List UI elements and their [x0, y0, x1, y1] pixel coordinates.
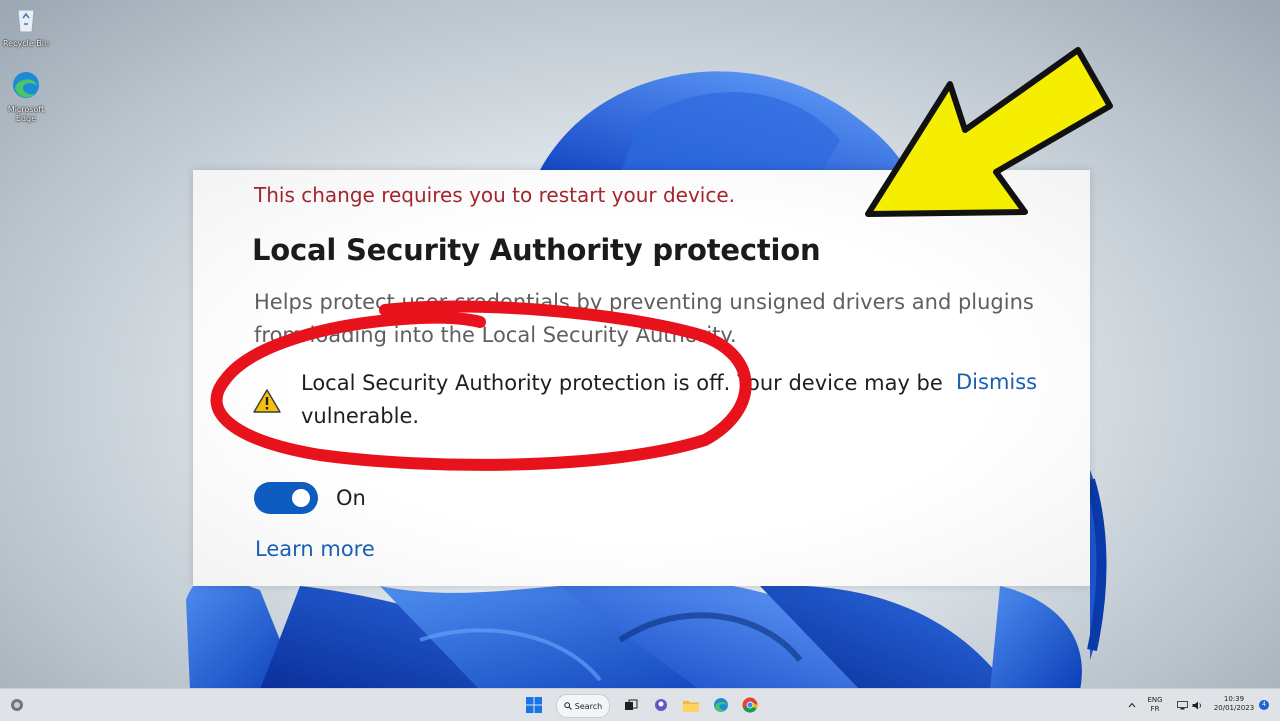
lsa-warning-text: Local Security Authority protection is o…	[301, 371, 943, 428]
desktop-icon-label: Microsoft Edge	[7, 105, 45, 123]
edge-icon	[714, 698, 728, 712]
tray-overflow-button[interactable]	[1126, 694, 1138, 716]
lsa-title: Local Security Authority protection	[252, 233, 821, 267]
toggle-state-label: On	[336, 486, 366, 510]
taskbar-search[interactable]: Search	[556, 694, 610, 718]
language-top: ENG	[1147, 696, 1163, 704]
start-icon	[526, 697, 542, 713]
widgets-button[interactable]	[6, 694, 28, 716]
toggle-knob	[292, 489, 310, 507]
recycle-bin-icon	[17, 9, 35, 33]
clock-time: 10:39	[1223, 695, 1245, 703]
desktop-icon-recycle-bin[interactable]: Recycle Bin	[2, 4, 50, 48]
edge-icon	[13, 72, 39, 98]
lsa-toggle-switch[interactable]	[254, 482, 318, 514]
learn-more-link[interactable]: Learn more	[255, 537, 375, 561]
lsa-settings-card: This change requires you to restart your…	[193, 170, 1090, 586]
chat-icon	[655, 699, 667, 711]
taskbar: Search ENG FR 10:39 20/01/2023 4	[0, 688, 1280, 721]
chrome-icon	[742, 697, 758, 713]
notification-badge[interactable]: 4	[1258, 694, 1270, 716]
search-icon	[564, 702, 572, 710]
dismiss-link[interactable]: Dismiss	[956, 370, 1037, 394]
chat-button[interactable]	[651, 694, 671, 716]
warning-icon	[253, 389, 281, 413]
start-button[interactable]	[523, 694, 545, 716]
file-explorer-button[interactable]	[681, 694, 701, 716]
chevron-up-icon	[1128, 702, 1136, 708]
speaker-icon	[1192, 701, 1201, 709]
chrome-taskbar-button[interactable]	[740, 694, 760, 716]
clock-date: 20/01/2023	[1213, 704, 1255, 712]
volume-button[interactable]	[1190, 694, 1204, 716]
language-bottom: FR	[1150, 705, 1160, 713]
lsa-description: Helps protect user credentials by preven…	[254, 290, 1034, 347]
weather-icon	[11, 699, 23, 711]
network-button[interactable]	[1174, 694, 1190, 716]
clock[interactable]: 10:39 20/01/2023	[1210, 695, 1258, 713]
network-icon	[1176, 700, 1188, 709]
edge-taskbar-button[interactable]	[711, 694, 731, 716]
task-view-button[interactable]	[621, 694, 641, 716]
language-indicator[interactable]: ENG FR	[1145, 696, 1165, 714]
desktop-icon-label: Recycle Bin	[2, 39, 50, 48]
desktop-icon-edge[interactable]: Microsoft Edge	[2, 70, 50, 123]
task-view-icon	[625, 699, 638, 710]
restart-notice: This change requires you to restart your…	[254, 183, 736, 207]
notification-count: 4	[1259, 700, 1269, 710]
search-label: Search	[574, 701, 603, 711]
file-explorer-icon	[683, 700, 699, 712]
